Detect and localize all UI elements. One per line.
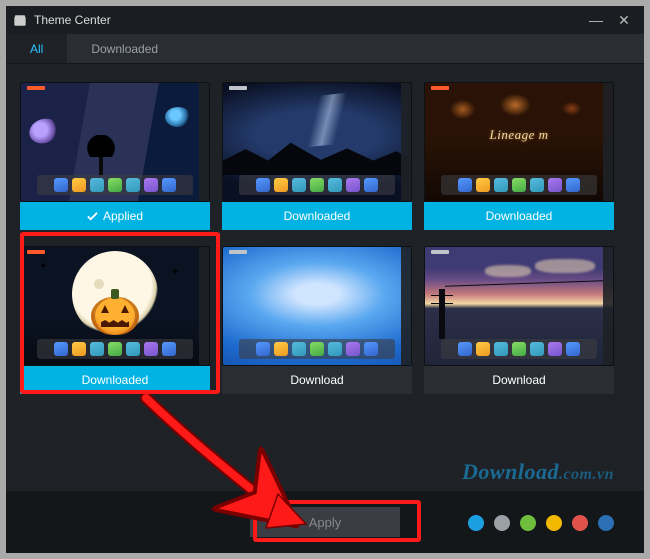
theme-status-label: Download [222, 366, 412, 394]
tabs: All Downloaded [6, 34, 644, 64]
theme-thumbnail: ✦ ✦ [20, 246, 210, 366]
window-title: Theme Center [34, 13, 111, 27]
theme-status-label: Downloaded [424, 202, 614, 230]
theme-status-label: Downloaded [20, 366, 210, 394]
theme-thumbnail [222, 246, 412, 366]
tab-downloaded[interactable]: Downloaded [67, 34, 182, 63]
theme-card-sunset[interactable]: Download [424, 246, 614, 394]
theme-card-galaxy[interactable]: Applied [20, 82, 210, 230]
theme-thumbnail [20, 82, 210, 202]
theme-card-lineage[interactable]: Lineage m Downloaded [424, 82, 614, 230]
palette-dot [598, 515, 614, 531]
palette-dot [572, 515, 588, 531]
theme-thumbnail [424, 246, 614, 366]
check-icon [87, 211, 98, 222]
store-icon [12, 12, 28, 28]
lineage-logo-text: Lineage m [489, 127, 548, 143]
palette-dot [520, 515, 536, 531]
theme-thumbnail [222, 82, 412, 202]
theme-status-label: Applied [20, 202, 210, 230]
close-button[interactable]: ✕ [610, 6, 638, 34]
theme-card-pumpkin[interactable]: ✦ ✦ Downloaded [20, 246, 210, 394]
palette-dot [468, 515, 484, 531]
theme-thumbnail: Lineage m [424, 82, 614, 202]
apply-button[interactable]: Apply [250, 507, 400, 537]
titlebar: Theme Center — ✕ [6, 6, 644, 34]
palette-dot [494, 515, 510, 531]
theme-card-blue[interactable]: Download [222, 246, 412, 394]
minimize-button[interactable]: — [582, 6, 610, 34]
tab-all[interactable]: All [6, 34, 67, 63]
palette-dots [468, 515, 614, 531]
palette-dot [546, 515, 562, 531]
theme-status-label: Download [424, 366, 614, 394]
theme-grid: Applied Downloaded Lineage m [6, 64, 644, 464]
theme-status-label: Downloaded [222, 202, 412, 230]
theme-center-window: Theme Center — ✕ All Downloaded Applied [6, 6, 644, 553]
theme-card-mountain[interactable]: Downloaded [222, 82, 412, 230]
